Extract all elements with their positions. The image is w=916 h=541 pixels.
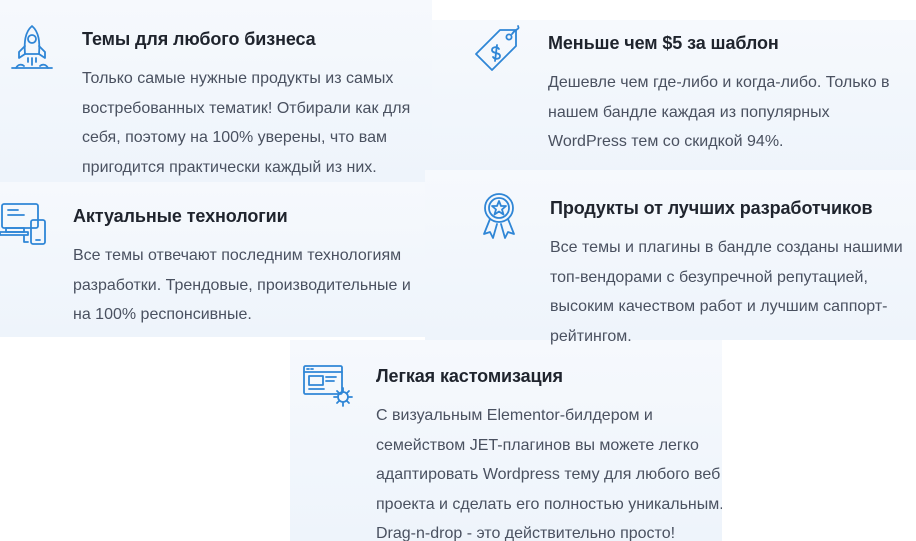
feature-card-price: Меньше чем $5 за шаблон Дешевле чем где-… (432, 20, 916, 180)
feature-card-top-developers: Продукты от лучших разработчиков Все тем… (425, 170, 916, 345)
feature-description: Только самые нужные продукты из самых во… (82, 70, 411, 176)
feature-card-business-themes: Темы для любого бизнеса Только самые нуж… (0, 0, 432, 182)
feature-card-technologies: Актуальные технологии Все темы отвечают … (0, 182, 425, 337)
feature-title: Продукты от лучших разработчиков (550, 198, 873, 218)
rocket-icon (6, 22, 58, 74)
devices-icon (0, 198, 50, 250)
award-ribbon-icon (473, 190, 525, 242)
feature-title: Легкая кастомизация (376, 366, 563, 386)
feature-title: Актуальные технологии (73, 206, 288, 226)
customize-window-icon (302, 360, 354, 412)
price-tag-icon (470, 24, 522, 76)
feature-description: Дешевле чем где-либо и когда-либо. Тольк… (548, 74, 890, 150)
feature-title: Темы для любого бизнеса (82, 29, 316, 49)
feature-title: Меньше чем $5 за шаблон (548, 33, 779, 53)
feature-description: Все темы отвечают последним технологиям … (73, 247, 411, 323)
feature-description: С визуальным Elementor-билдером и семейс… (376, 407, 722, 541)
feature-description: Все темы и плагины в бандле созданы наши… (550, 239, 903, 345)
feature-card-customization: Легкая кастомизация С визуальным Element… (290, 340, 722, 541)
